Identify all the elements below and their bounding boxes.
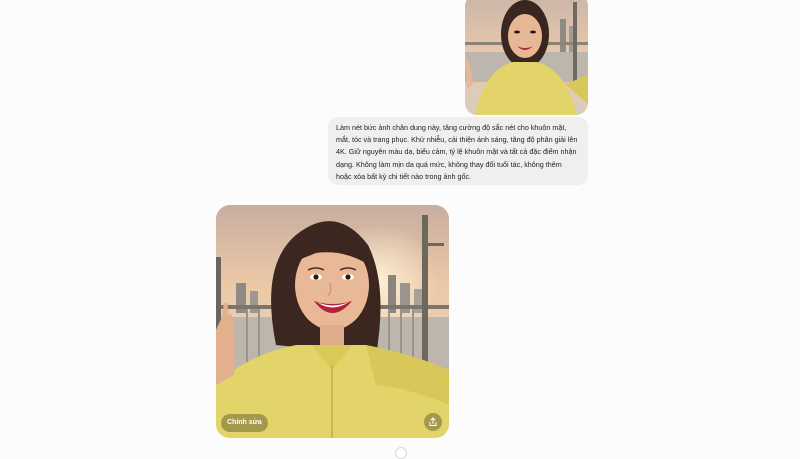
share-icon (429, 417, 437, 426)
user-prompt-bubble: Làm nét bức ảnh chân dung này, tăng cườn… (328, 117, 588, 185)
prompt-text: Làm nét bức ảnh chân dung này, tăng cườn… (336, 123, 578, 181)
share-button[interactable] (424, 413, 442, 431)
selfie-photo-original (465, 0, 588, 115)
user-uploaded-image[interactable] (465, 0, 588, 115)
edit-button[interactable]: Chỉnh sửa (221, 414, 268, 432)
selfie-photo-enhanced (216, 205, 449, 438)
scroll-to-bottom-button[interactable] (395, 447, 407, 459)
generated-image[interactable] (216, 205, 449, 438)
